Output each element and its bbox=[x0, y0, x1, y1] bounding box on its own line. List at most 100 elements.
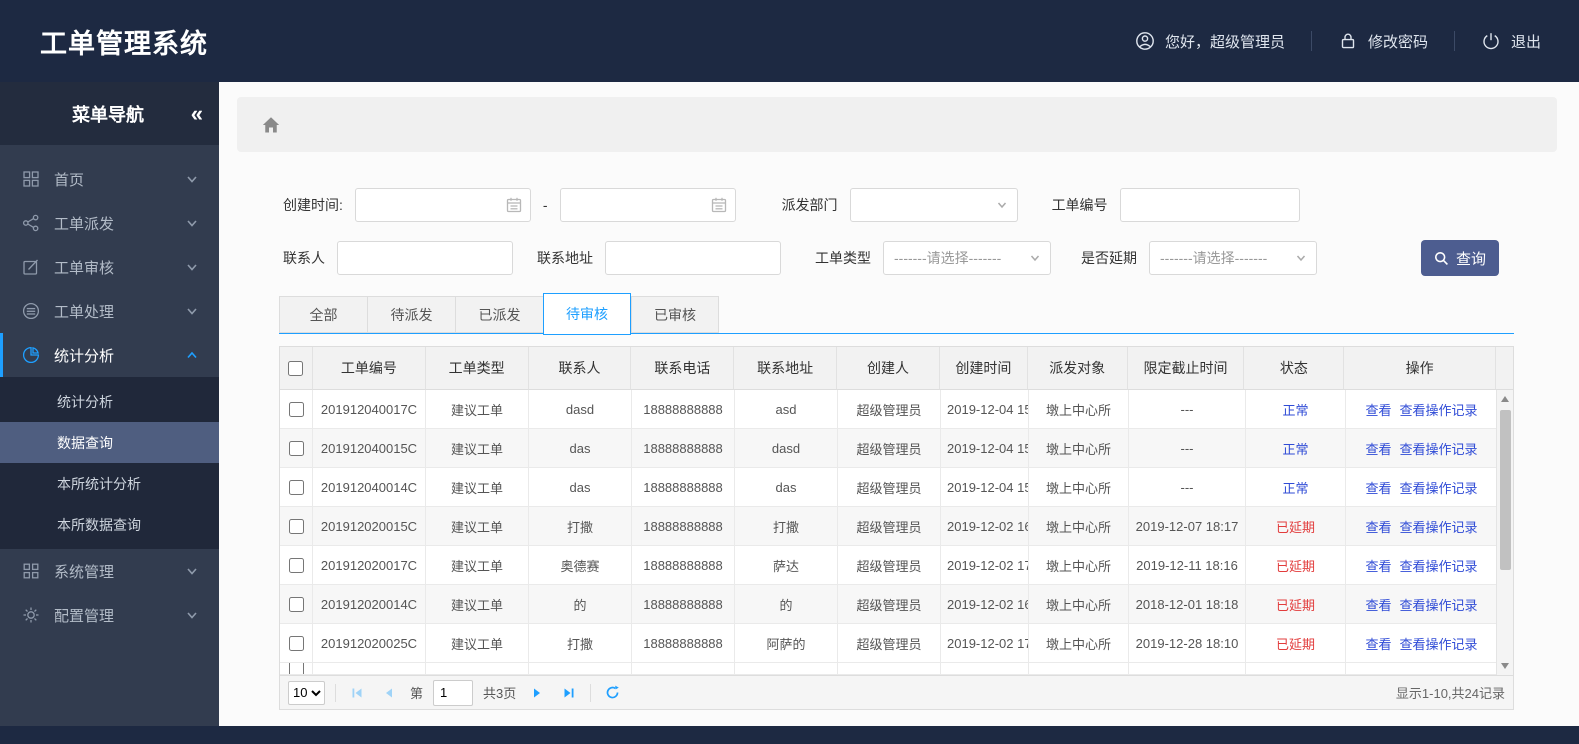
table-row: 201912040017C 建议工单 dasd 18888888888 asd … bbox=[280, 390, 1513, 429]
address-label: 联系地址 bbox=[537, 250, 593, 266]
change-password-button[interactable]: 修改密码 bbox=[1338, 31, 1428, 52]
sidebar-item-home[interactable]: 首页 bbox=[0, 157, 219, 201]
tab-to-dispatch[interactable]: 待派发 bbox=[367, 296, 455, 333]
cell-creator: 超级管理员 bbox=[838, 507, 941, 546]
view-link[interactable]: 查看 bbox=[1365, 400, 1391, 419]
cell-contact: das bbox=[529, 468, 632, 507]
menu-label: 工单派发 bbox=[54, 215, 115, 233]
prev-page-button[interactable] bbox=[378, 682, 400, 704]
apps-icon bbox=[23, 563, 39, 579]
top-bar: 工单管理系统 您好，超级管理员 修改密码 退出 bbox=[0, 0, 1579, 82]
cell-actions: 查看 查看操作记录 bbox=[1346, 585, 1498, 624]
view-log-link[interactable]: 查看操作记录 bbox=[1400, 595, 1478, 614]
row-checkbox[interactable] bbox=[288, 557, 304, 573]
table-row: 201912020025C 建议工单 打撒 18888888888 阿萨的 超级… bbox=[280, 624, 1513, 663]
row-checkbox[interactable] bbox=[288, 440, 304, 456]
sidebar-title: 菜单导航 bbox=[72, 104, 144, 125]
cell-actions: 查看 查看操作记录 bbox=[1346, 507, 1498, 546]
sidebar-subitem-office-data-query[interactable]: 本所数据查询 bbox=[0, 504, 219, 545]
chevron-down-icon bbox=[187, 176, 197, 183]
scroll-down-icon[interactable] bbox=[1501, 663, 1509, 669]
cell-created: 2019-12-02 17 bbox=[941, 546, 1029, 585]
view-log-link[interactable]: 查看操作记录 bbox=[1400, 634, 1478, 653]
create-time-label: 创建时间: bbox=[283, 197, 343, 213]
logout-button[interactable]: 退出 bbox=[1481, 31, 1541, 52]
home-icon[interactable] bbox=[261, 115, 281, 135]
sidebar-subitem-data-query[interactable]: 数据查询 bbox=[0, 422, 219, 463]
row-checkbox[interactable] bbox=[288, 401, 304, 417]
first-page-button[interactable] bbox=[346, 682, 368, 704]
row-checkbox[interactable] bbox=[288, 663, 304, 674]
sidebar-item-statistics[interactable]: 统计分析 bbox=[0, 333, 219, 377]
status-text: 正常 bbox=[1282, 480, 1309, 496]
cell-order-no: 201912020014C bbox=[313, 585, 426, 624]
table-row: 201912040014C 建议工单 das 18888888888 das 超… bbox=[280, 468, 1513, 507]
sidebar-item-dispatch[interactable]: 工单派发 bbox=[0, 201, 219, 245]
chevron-up-icon bbox=[187, 351, 197, 359]
view-link[interactable]: 查看 bbox=[1365, 517, 1391, 536]
search-button[interactable]: 查询 bbox=[1421, 240, 1499, 276]
collapse-sidebar-icon[interactable]: « bbox=[191, 101, 203, 127]
cell-status: 正常 bbox=[1246, 429, 1346, 468]
view-log-link[interactable]: 查看操作记录 bbox=[1400, 478, 1478, 497]
view-log-link[interactable]: 查看操作记录 bbox=[1400, 556, 1478, 575]
view-log-link[interactable]: 查看操作记录 bbox=[1400, 517, 1478, 536]
sidebar-item-system[interactable]: 系统管理 bbox=[0, 549, 219, 593]
user-greeting[interactable]: 您好，超级管理员 bbox=[1135, 31, 1285, 52]
order-no-input[interactable] bbox=[1119, 188, 1300, 222]
sidebar-subitem-statistics[interactable]: 统计分析 bbox=[0, 381, 219, 422]
cell-target: 墩上中心所 bbox=[1029, 624, 1129, 663]
calendar-icon[interactable] bbox=[505, 196, 523, 214]
tab-all[interactable]: 全部 bbox=[279, 296, 367, 333]
chevron-down-icon bbox=[997, 202, 1006, 209]
delay-select[interactable]: -------请选择------- bbox=[1149, 241, 1317, 275]
row-checkbox[interactable] bbox=[288, 479, 304, 495]
cell-deadline: 2019-12-28 18:10 bbox=[1129, 624, 1246, 663]
sidebar-item-process[interactable]: 工单处理 bbox=[0, 289, 219, 333]
view-log-link[interactable]: 查看操作记录 bbox=[1400, 439, 1478, 458]
view-link[interactable]: 查看 bbox=[1365, 478, 1391, 497]
order-type-select[interactable]: -------请选择------- bbox=[883, 241, 1051, 275]
next-page-button[interactable] bbox=[526, 682, 548, 704]
cell-phone: 18888888888 bbox=[632, 468, 735, 507]
sidebar-subitem-office-statistics[interactable]: 本所统计分析 bbox=[0, 463, 219, 504]
cell-contact: das bbox=[529, 429, 632, 468]
last-page-button[interactable] bbox=[558, 682, 580, 704]
page-prefix: 第 bbox=[410, 686, 424, 701]
sidebar-item-review[interactable]: 工单审核 bbox=[0, 245, 219, 289]
refresh-button[interactable] bbox=[601, 682, 623, 704]
tab-to-review[interactable]: 待审核 bbox=[543, 293, 631, 335]
view-log-link[interactable]: 查看操作记录 bbox=[1400, 400, 1478, 419]
contact-input[interactable] bbox=[337, 241, 513, 275]
view-link[interactable]: 查看 bbox=[1365, 634, 1391, 653]
view-link[interactable]: 查看 bbox=[1365, 595, 1391, 614]
calendar-icon[interactable] bbox=[710, 196, 728, 214]
tab-reviewed[interactable]: 已审核 bbox=[631, 296, 719, 333]
status-text: 正常 bbox=[1282, 441, 1309, 457]
view-link[interactable]: 查看 bbox=[1365, 439, 1391, 458]
page-size-select[interactable]: 10 bbox=[288, 680, 325, 705]
cell-actions: 查看 查看操作记录 bbox=[1346, 429, 1498, 468]
cell-order-type: 建议工单 bbox=[426, 507, 529, 546]
tab-dispatched[interactable]: 已派发 bbox=[455, 296, 543, 333]
order-no-label: 工单编号 bbox=[1051, 197, 1108, 213]
select-all-checkbox[interactable] bbox=[288, 360, 304, 376]
scroll-up-icon[interactable] bbox=[1501, 396, 1509, 402]
chevron-down-icon bbox=[1296, 255, 1306, 262]
row-checkbox[interactable] bbox=[288, 596, 304, 612]
row-checkbox[interactable] bbox=[288, 518, 304, 534]
date-from-field bbox=[354, 188, 531, 222]
user-icon bbox=[1136, 32, 1154, 50]
cell-status: 正常 bbox=[1246, 390, 1346, 429]
address-input[interactable] bbox=[605, 241, 781, 275]
filter-row-2: 联系人 联系地址 工单类型 -------请选择------- 是否延期 ---… bbox=[283, 240, 1579, 276]
view-link[interactable]: 查看 bbox=[1365, 556, 1391, 575]
row-checkbox[interactable] bbox=[288, 635, 304, 651]
scrollbar-thumb[interactable] bbox=[1500, 410, 1511, 570]
statistics-submenu: 统计分析 数据查询 本所统计分析 本所数据查询 bbox=[0, 377, 219, 549]
table-scrollbar[interactable] bbox=[1496, 390, 1513, 675]
dispatch-dept-select[interactable] bbox=[849, 188, 1018, 222]
page-number-input[interactable] bbox=[433, 679, 474, 706]
sidebar-item-config[interactable]: 配置管理 bbox=[0, 593, 219, 637]
cell-creator: 超级管理员 bbox=[838, 546, 941, 585]
